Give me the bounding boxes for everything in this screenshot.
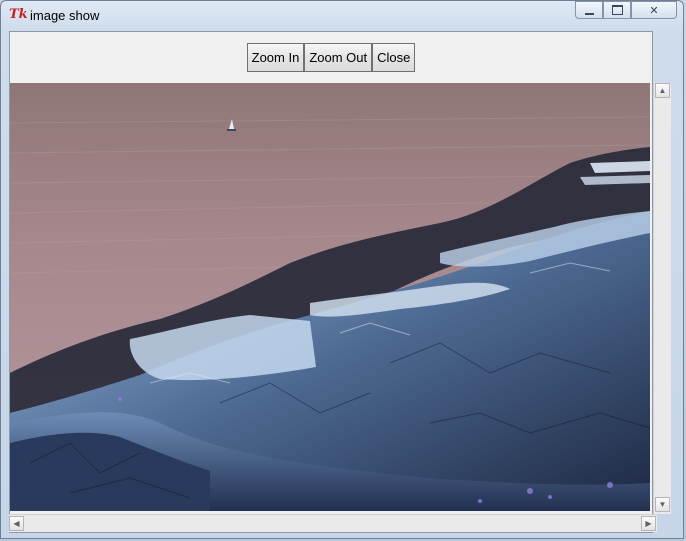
toolbar: Zoom In Zoom Out Close — [10, 32, 652, 82]
zoom-out-button[interactable]: Zoom Out — [304, 42, 373, 72]
chevron-down-icon: ▼ — [658, 500, 667, 509]
chevron-up-icon: ▲ — [658, 86, 667, 95]
vertical-scrollbar[interactable]: ▲ ▼ — [653, 83, 671, 514]
maximize-icon — [611, 5, 623, 15]
coastline-image — [10, 83, 650, 511]
close-window-button[interactable]: ✕ — [631, 1, 677, 19]
horizontal-scrollbar[interactable]: ◀ ▶ — [9, 514, 657, 532]
image-canvas[interactable] — [10, 83, 650, 511]
image-show-window: Tk image show ✕ Zoom In Zoom Out Close ▲… — [0, 0, 684, 539]
close-icon: ✕ — [649, 4, 659, 17]
close-button[interactable]: Close — [372, 42, 416, 72]
window-title: image show — [30, 8, 100, 23]
client-area: Zoom In Zoom Out Close — [9, 31, 653, 533]
title-bar[interactable]: Tk image show ✕ — [1, 1, 683, 29]
scroll-right-button[interactable]: ▶ — [641, 516, 656, 531]
scroll-up-button[interactable]: ▲ — [655, 83, 670, 98]
minimize-button[interactable] — [575, 1, 603, 19]
minimize-icon — [584, 10, 594, 15]
chevron-left-icon: ◀ — [13, 519, 20, 528]
tk-app-icon[interactable]: Tk — [9, 7, 28, 23]
chevron-right-icon: ▶ — [645, 519, 652, 528]
zoom-in-button[interactable]: Zoom In — [246, 42, 305, 72]
maximize-button[interactable] — [603, 1, 631, 19]
scroll-down-button[interactable]: ▼ — [655, 497, 670, 512]
window-controls: ✕ — [575, 1, 677, 21]
scroll-left-button[interactable]: ◀ — [9, 516, 24, 531]
